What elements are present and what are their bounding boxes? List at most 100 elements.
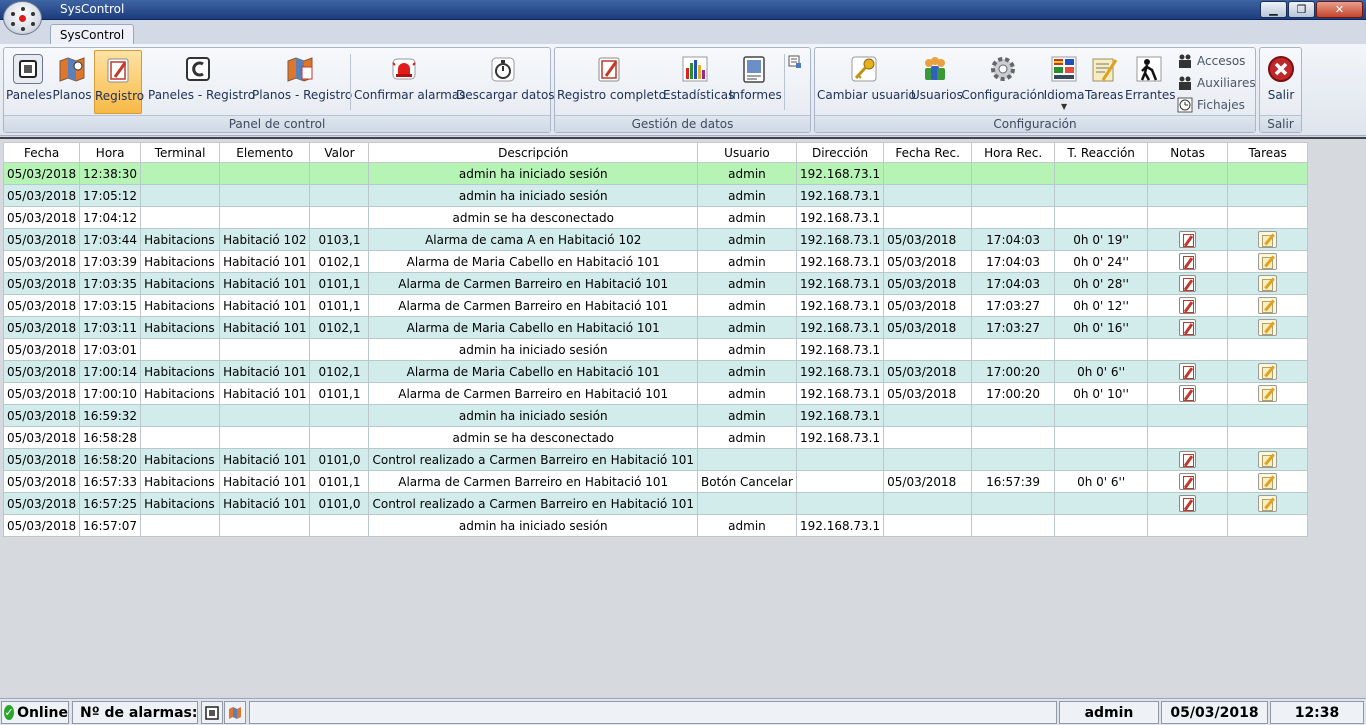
task-icon[interactable] (1258, 363, 1278, 380)
cell-tareas[interactable] (1227, 470, 1309, 493)
confirmar-alarmas-button[interactable]: Confirmar alarmas (354, 50, 465, 114)
maximize-button[interactable]: ❐ (1288, 1, 1315, 18)
note-icon[interactable] (1179, 231, 1197, 248)
accesos-button[interactable]: Accesos (1177, 51, 1255, 71)
app-menu-orb[interactable] (3, 1, 42, 35)
task-icon[interactable] (1258, 297, 1278, 314)
salir-button[interactable]: Salir (1261, 50, 1301, 114)
registro-completo-button[interactable]: Registro completo (557, 50, 666, 114)
cell-tareas[interactable] (1227, 294, 1309, 317)
note-icon[interactable] (1179, 495, 1197, 512)
note-icon[interactable] (1179, 319, 1197, 336)
column-header-fecha-rec[interactable]: Fecha Rec. (883, 142, 973, 163)
column-header-tareas[interactable]: Tareas (1227, 142, 1309, 163)
usuarios-button[interactable]: Usuarios (911, 50, 963, 114)
cambiar-usuario-button[interactable]: Cambiar usuario (817, 50, 916, 114)
task-icon[interactable] (1258, 319, 1278, 336)
paneles-registro-button[interactable]: Paneles - Registro (148, 50, 255, 114)
content-area: Fecha Hora Terminal Elemento Valor Descr… (0, 137, 1366, 696)
configuracion-button[interactable]: Configuración (961, 50, 1045, 114)
table-row[interactable]: 05/03/2018 17:03:44 Habitacions Habitació 1… (2, 228, 1309, 251)
planos-button[interactable]: Planos (51, 50, 93, 114)
column-header-hora[interactable]: Hora (79, 142, 142, 163)
export-small-button[interactable] (788, 52, 806, 72)
tareas-button[interactable]: Tareas (1085, 50, 1123, 114)
table-row[interactable]: 05/03/2018 12:38:30 admin ha iniciado sesi… (2, 162, 1309, 185)
column-header-fecha[interactable]: Fecha (2, 142, 81, 163)
table-row[interactable]: 05/03/2018 16:59:32 admin ha iniciado sesi… (2, 404, 1309, 427)
table-row[interactable]: 05/03/2018 17:03:11 Habitacions Habitació 1… (2, 316, 1309, 339)
cell-notas[interactable] (1147, 294, 1229, 317)
close-button[interactable]: ✕ (1316, 1, 1363, 18)
table-row[interactable]: 05/03/2018 16:57:25 Habitacions Habitació 1… (2, 492, 1309, 515)
descargar-datos-button[interactable]: Descargar datos (456, 50, 555, 114)
column-header-terminal[interactable]: Terminal (140, 142, 221, 163)
table-row[interactable]: 05/03/2018 16:58:20 Habitacions Habitació 1… (2, 448, 1309, 471)
cell-notas[interactable] (1147, 382, 1229, 405)
column-header-usuario[interactable]: Usuario (696, 142, 797, 163)
paneles-button[interactable]: Paneles (6, 50, 52, 114)
task-icon[interactable] (1258, 451, 1278, 468)
table-row[interactable]: 05/03/2018 17:03:39 Habitacions Habitació 1… (2, 250, 1309, 273)
note-icon[interactable] (1179, 363, 1197, 380)
cell-notas[interactable] (1147, 228, 1229, 251)
table-row[interactable]: 05/03/2018 17:03:35 Habitacions Habitació 1… (2, 272, 1309, 295)
cell-notas[interactable] (1147, 492, 1229, 515)
cell-tareas[interactable] (1227, 448, 1309, 471)
informes-button[interactable]: Informes (729, 50, 782, 114)
cell-notas[interactable] (1147, 470, 1229, 493)
task-icon[interactable] (1258, 495, 1278, 512)
cell-tareas[interactable] (1227, 250, 1309, 273)
column-header-notas[interactable]: Notas (1147, 142, 1229, 163)
column-header-hora-rec[interactable]: Hora Rec. (971, 142, 1056, 163)
table-row[interactable]: 05/03/2018 17:03:01 admin ha iniciado sesi… (2, 338, 1309, 361)
column-header-valor[interactable]: Valor (309, 142, 370, 163)
note-icon[interactable] (1179, 451, 1197, 468)
table-row[interactable]: 05/03/2018 17:00:14 Habitacions Habitació 1… (2, 360, 1309, 383)
cell-tareas[interactable] (1227, 492, 1309, 515)
task-icon[interactable] (1258, 253, 1278, 270)
column-header-elemento[interactable]: Elemento (219, 142, 311, 163)
auxiliares-button[interactable]: Auxiliares (1177, 73, 1256, 93)
task-icon[interactable] (1258, 275, 1278, 292)
column-header-t-reaccion[interactable]: T. Reacción (1054, 142, 1149, 163)
cell-tareas[interactable] (1227, 360, 1309, 383)
cell-terminal (140, 162, 221, 185)
note-icon[interactable] (1179, 253, 1197, 270)
note-icon[interactable] (1179, 297, 1197, 314)
cell-tareas[interactable] (1227, 228, 1309, 251)
minimize-button[interactable]: ▁ (1260, 1, 1287, 18)
tab-syscontrol[interactable]: SysControl (50, 24, 134, 45)
map-shortcut-button[interactable] (224, 701, 246, 724)
task-icon[interactable] (1258, 231, 1278, 248)
cell-notas[interactable] (1147, 272, 1229, 295)
table-row[interactable]: 05/03/2018 16:58:28 admin se ha desconecta… (2, 426, 1309, 449)
table-row[interactable]: 05/03/2018 17:03:15 Habitacions Habitació 1… (2, 294, 1309, 317)
cell-tareas[interactable] (1227, 382, 1309, 405)
task-icon[interactable] (1258, 385, 1278, 402)
cell-tareas[interactable] (1227, 316, 1309, 339)
table-row[interactable]: 05/03/2018 17:05:12 admin ha iniciado sesi… (2, 184, 1309, 207)
table-row[interactable]: 05/03/2018 17:00:10 Habitacions Habitació 1… (2, 382, 1309, 405)
column-header-descripcion[interactable]: Descripción (368, 142, 698, 163)
task-icon[interactable] (1258, 473, 1278, 490)
cell-notas[interactable] (1147, 250, 1229, 273)
planos-registro-button[interactable]: Planos - Registro (252, 50, 352, 114)
panel-shortcut-button[interactable] (201, 701, 223, 724)
registro-button[interactable]: Registro (94, 50, 144, 114)
note-icon[interactable] (1179, 473, 1197, 490)
note-icon[interactable] (1179, 385, 1197, 402)
column-header-direccion[interactable]: Dirección (795, 142, 885, 163)
idioma-button[interactable]: Idioma ▼ (1043, 50, 1085, 114)
cell-notas[interactable] (1147, 360, 1229, 383)
table-row[interactable]: 05/03/2018 17:04:12 admin se ha desconecta… (2, 206, 1309, 229)
errantes-button[interactable]: Errantes (1125, 50, 1176, 114)
cell-notas[interactable] (1147, 448, 1229, 471)
cell-notas[interactable] (1147, 316, 1229, 339)
fichajes-button[interactable]: Fichajes (1177, 95, 1255, 115)
note-icon[interactable] (1179, 275, 1197, 292)
table-row[interactable]: 05/03/2018 16:57:33 Habitacions Habitació 1… (2, 470, 1309, 493)
estadisticas-button[interactable]: Estadísticas (663, 50, 734, 114)
table-row[interactable]: 05/03/2018 16:57:07 admin ha iniciado sesi… (2, 514, 1309, 537)
cell-tareas[interactable] (1227, 272, 1309, 295)
